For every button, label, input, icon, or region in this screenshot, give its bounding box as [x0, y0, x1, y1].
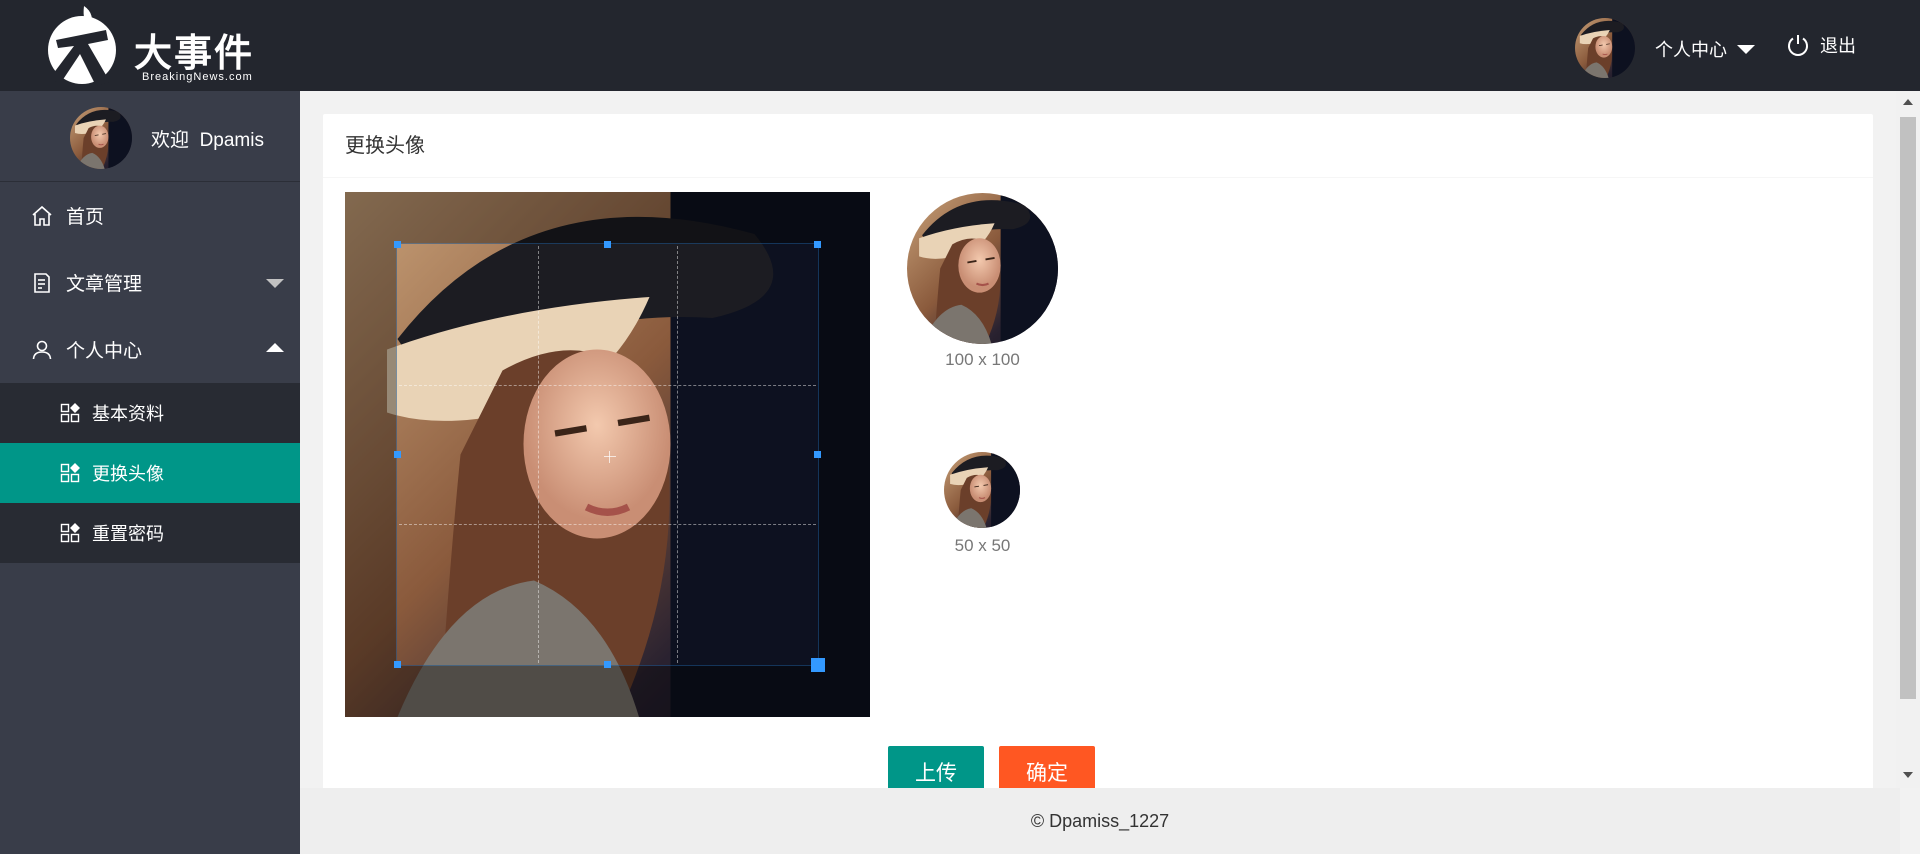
sidebar-submenu: 基本资料 更换头像 重置密码 — [0, 383, 300, 563]
logout-label: 退出 — [1820, 36, 1856, 56]
crop-guide-line — [399, 384, 816, 386]
crop-handle-nw[interactable] — [394, 241, 401, 248]
card-title: 更换头像 — [323, 114, 1873, 178]
upload-button[interactable]: 上传 — [888, 746, 984, 788]
avatar-card: 更换头像 100 x 100 50 x 50 上传 确定 — [323, 114, 1873, 788]
app-grid-icon — [60, 403, 80, 423]
main-content: 更换头像 100 x 100 50 x 50 上传 确定 — [300, 91, 1900, 788]
avatar-preview-large — [907, 193, 1058, 344]
preview-small-label: 50 x 50 — [954, 536, 1011, 555]
logo-title: 大事件 — [134, 30, 255, 75]
crop-selection-box[interactable] — [394, 241, 825, 672]
welcome-username: Dpamis — [199, 130, 264, 151]
avatar — [70, 107, 132, 169]
scroll-up-icon[interactable] — [1903, 99, 1913, 105]
vertical-scrollbar[interactable] — [1896, 91, 1920, 788]
crop-guide-line — [537, 246, 539, 663]
sidebar-item-articles[interactable]: 文章管理 — [0, 249, 300, 316]
welcome-text: 欢迎 Dpamis — [151, 125, 264, 152]
crop-handle-w[interactable] — [394, 451, 401, 458]
crop-handle-sw[interactable] — [394, 661, 401, 668]
sidebar-item-user-center[interactable]: 个人中心 — [0, 316, 300, 383]
welcome-panel: 欢迎 Dpamis — [0, 91, 300, 182]
sidebar-subitem-label: 重置密码 — [92, 524, 164, 544]
preview-large-label: 100 x 100 — [945, 350, 1020, 369]
sidebar-item-label: 个人中心 — [66, 341, 143, 362]
scroll-thumb[interactable] — [1900, 117, 1916, 699]
crop-handle-ne[interactable] — [814, 241, 821, 248]
app-grid-icon — [60, 463, 80, 483]
confirm-button[interactable]: 确定 — [999, 746, 1095, 788]
user-icon — [30, 338, 54, 362]
chevron-down-icon — [1737, 44, 1755, 54]
sidebar-item-label: 文章管理 — [66, 274, 143, 295]
article-icon — [30, 271, 54, 295]
sidebar-item-basic-info[interactable]: 基本资料 — [0, 383, 300, 443]
crop-guide-line — [399, 523, 816, 525]
sidebar-item-home[interactable]: 首页 — [0, 182, 300, 249]
top-header: 大事件 BreakingNews.com 个人中心 退出 — [0, 0, 1920, 91]
copyright-text: © Dpamiss_1227 — [1030, 811, 1170, 831]
crop-guide-line — [676, 246, 678, 663]
crop-handle-n[interactable] — [604, 241, 611, 248]
logout-button[interactable]: 退出 — [1786, 32, 1856, 58]
logo-mark-icon — [48, 6, 116, 86]
sidebar-subitem-label: 基本资料 — [92, 404, 164, 424]
crop-handle-se[interactable] — [811, 658, 825, 672]
app-grid-icon — [60, 523, 80, 543]
sidebar: 欢迎 Dpamis 首页 文章管理 个人中心 基本资料 更换头像 重置密码 — [0, 91, 300, 854]
logo: 大事件 BreakingNews.com — [36, 0, 276, 91]
chevron-down-icon — [266, 279, 284, 288]
image-cropper[interactable] — [345, 192, 870, 717]
home-icon — [30, 204, 54, 228]
crop-center-icon — [604, 451, 616, 463]
crop-handle-e[interactable] — [814, 451, 821, 458]
user-center-menu[interactable]: 个人中心 — [1655, 36, 1755, 62]
chevron-up-icon — [266, 343, 284, 352]
power-icon — [1788, 35, 1808, 56]
header-avatar[interactable] — [1575, 18, 1635, 78]
welcome-prefix: 欢迎 — [151, 130, 190, 151]
sidebar-item-change-avatar[interactable]: 更换头像 — [0, 443, 300, 503]
scroll-down-icon[interactable] — [1903, 772, 1913, 778]
footer: © Dpamiss_1227 — [300, 788, 1900, 854]
sidebar-item-label: 首页 — [66, 207, 105, 228]
crop-handle-s[interactable] — [604, 661, 611, 668]
sidebar-subitem-label: 更换头像 — [92, 464, 164, 484]
user-center-label: 个人中心 — [1655, 40, 1727, 60]
sidebar-item-reset-password[interactable]: 重置密码 — [0, 503, 300, 563]
logo-subtitle: BreakingNews.com — [142, 71, 253, 83]
avatar-preview-small — [944, 452, 1020, 528]
